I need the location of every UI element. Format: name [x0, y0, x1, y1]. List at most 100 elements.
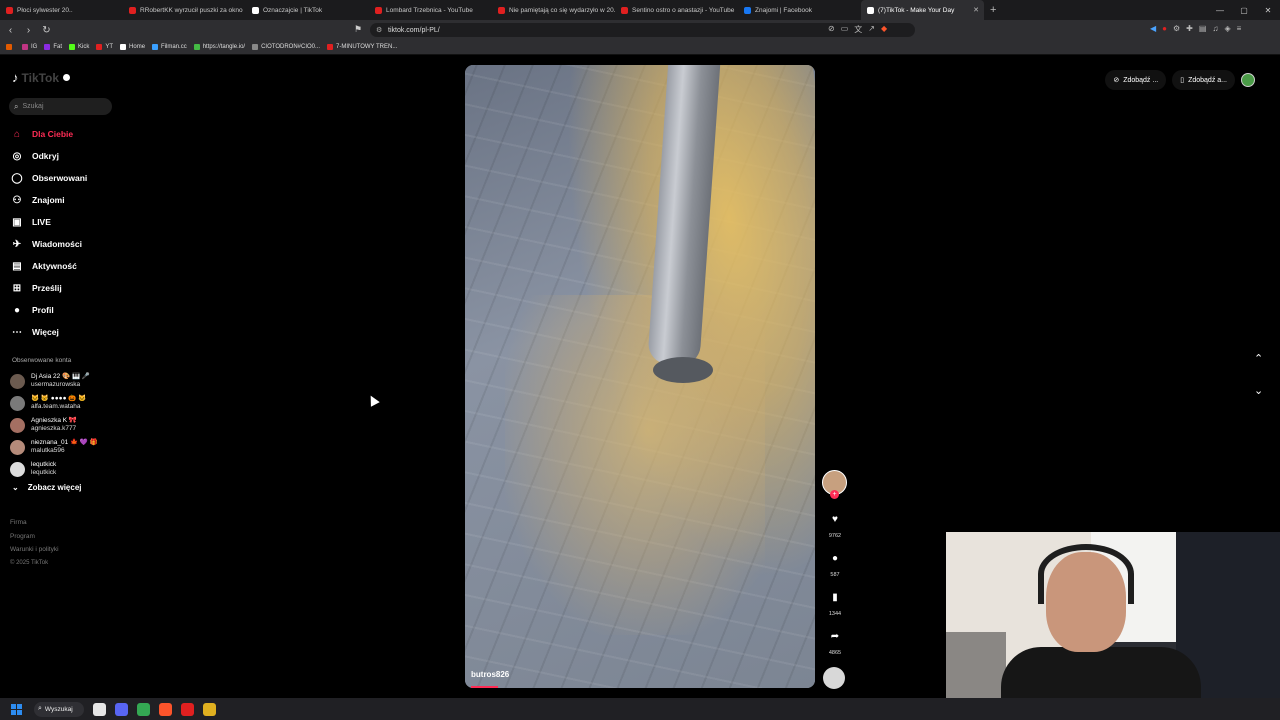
close-window-button[interactable]: ✕ — [1256, 6, 1280, 15]
bookmark-label: https://tangle.io/ — [202, 44, 246, 50]
vpn-icon[interactable]: ◈ — [1224, 24, 1230, 33]
bookmark-label: CIOTODRON#CIO0... — [261, 44, 320, 50]
share-count: 4865 — [828, 650, 842, 656]
bookmark-item[interactable]: Fat — [44, 44, 62, 50]
sound-disc-icon[interactable] — [823, 667, 845, 689]
account-avatar — [10, 395, 25, 411]
sidebar-item-profil[interactable]: ● Profil — [10, 299, 120, 321]
video-progress-bar[interactable] — [471, 686, 498, 688]
search-input[interactable]: ⌕ Szukaj — [9, 98, 112, 115]
close-tab-icon[interactable]: ✕ — [973, 6, 979, 14]
browser-tab[interactable]: Płoci sylwester 20.. — [0, 0, 123, 20]
footer-copyright: © 2025 TikTok — [10, 559, 49, 566]
get-app-button[interactable]: ▯ Zdobądź a... — [1172, 70, 1235, 90]
followed-account[interactable]: lequtkick lequtkick — [10, 458, 130, 480]
discord-icon[interactable] — [115, 702, 128, 716]
get-app-label: Zdobądź a... — [1188, 76, 1227, 84]
followed-account[interactable]: 🐱 🐱 ●●●● 🎃 🐱 alfa.team.wataha — [10, 392, 130, 414]
opera-icon[interactable] — [181, 702, 194, 716]
sidebar-item-label: Więcej — [32, 327, 59, 337]
forward-button[interactable]: › — [21, 25, 36, 36]
share-button[interactable]: ➦ 4865 — [821, 631, 849, 656]
bookmark-favicon-icon — [152, 44, 159, 50]
bookmark-page-icon[interactable]: ⚑ — [354, 24, 362, 35]
media-icon[interactable]: ♫ — [1212, 24, 1218, 33]
share-url-icon[interactable]: ↗ — [868, 24, 875, 35]
cast-icon[interactable]: ▭ — [841, 24, 849, 35]
browser-tab[interactable]: Nie pamiętają co się wydarzyło w 20.. — [492, 0, 615, 20]
follow-plus-icon[interactable]: + — [830, 490, 839, 499]
bookmark-button[interactable]: ▮ 1344 — [821, 592, 849, 617]
phone-icon: ▯ — [1180, 77, 1185, 84]
tabs-container: Płoci sylwester 20.. RRobertKK wyrzucił p… — [0, 0, 984, 20]
translate-icon[interactable]: 文 — [854, 24, 862, 35]
sidebar-item-wiadomości[interactable]: ✈ Wiadomości — [10, 233, 120, 255]
puzzle-icon[interactable]: ✚ — [1186, 24, 1193, 33]
bookmark-item[interactable]: https://tangle.io/ — [193, 44, 246, 50]
sidebar-icon[interactable]: ▤ — [1199, 24, 1207, 33]
audio-icon[interactable]: ◀ — [1150, 24, 1156, 33]
previous-video-chevron-up-icon[interactable]: ⌃ — [1254, 352, 1263, 365]
bookmark-item[interactable]: Home — [120, 44, 145, 50]
sidebar-item-odkryj[interactable]: ◎ Odkryj — [10, 145, 120, 167]
footer-link-program[interactable]: Program — [10, 530, 59, 544]
footer-link-terms[interactable]: Warunki i polityki — [10, 543, 59, 557]
video-player[interactable]: butros826 — [465, 65, 815, 688]
bookmark-item[interactable]: 7-MINUTOWY TREN... — [327, 44, 397, 50]
bookmark-label: Fat — [53, 44, 63, 50]
bookmark-item[interactable]: CIOTODRON#CIO0... — [252, 44, 320, 50]
browser-tab[interactable]: Oznaczajcie | TikTok — [246, 0, 369, 20]
extension-icon[interactable]: ⚙ — [1173, 24, 1180, 33]
bookmark-item[interactable]: YT — [96, 44, 113, 50]
profile-avatar[interactable] — [1241, 73, 1255, 87]
activity-icon: ▤ — [12, 260, 22, 272]
sidebar-item-prześlij[interactable]: ⊞ Prześlij — [10, 277, 120, 299]
back-button[interactable]: ‹ — [3, 25, 18, 36]
maximize-button[interactable]: ▢ — [1232, 6, 1256, 15]
chrome-icon[interactable] — [137, 702, 150, 716]
file-explorer-icon[interactable] — [93, 702, 106, 716]
next-video-chevron-down-icon[interactable]: ⌄ — [1254, 384, 1263, 397]
minimize-button[interactable]: — — [1208, 6, 1232, 15]
comment-button[interactable]: ● 587 — [821, 553, 849, 578]
account-names: nieznana_01 🍁 💜 🎁 malutka596 — [31, 439, 98, 455]
sidebar-item-live[interactable]: ▣ LIVE — [10, 211, 120, 233]
bookmark-item[interactable] — [6, 44, 15, 50]
tracking-icon[interactable]: ⊘ — [828, 24, 835, 35]
new-tab-button[interactable]: + — [990, 4, 996, 16]
sidebar-item-label: Prześlij — [32, 283, 62, 293]
sidebar-item-aktywność[interactable]: ▤ Aktywność — [10, 255, 120, 277]
account-names: Dj Asia 22 🎨 🎹 🎤 usermazurowska — [31, 373, 90, 389]
browser-tab-strip: Płoci sylwester 20.. RRobertKK wyrzucił p… — [0, 0, 1280, 20]
browser-tab[interactable]: Znajomi | Facebook — [738, 0, 861, 20]
record-icon[interactable]: ● — [1162, 24, 1167, 33]
get-coins-button[interactable]: ⊘ Zdobądź ... — [1105, 70, 1167, 90]
sidebar-item-znajomi[interactable]: ⚇ Znajomi — [10, 189, 120, 211]
followed-account[interactable]: nieznana_01 🍁 💜 🎁 malutka596 — [10, 436, 130, 458]
tiktok-logo[interactable]: ♪ TikTok — [12, 70, 71, 85]
app-icon[interactable] — [203, 702, 216, 716]
browser-tab[interactable]: Lombard Trzebnica - YouTube — [369, 0, 492, 20]
reload-button[interactable]: ↻ — [39, 25, 54, 36]
taskbar-search[interactable]: ⌕ Wyszukaj — [34, 701, 84, 717]
footer-link-company[interactable]: Firma — [10, 516, 59, 530]
menu-icon[interactable]: ≡ — [1237, 24, 1242, 33]
bookmark-item[interactable]: Filman.cc — [152, 44, 187, 50]
brave-shield-icon[interactable]: ◆ — [881, 24, 887, 35]
browser-tab[interactable]: RRobertKK wyrzucił puszki za okno — [123, 0, 246, 20]
site-info-icon[interactable]: ⚙ — [376, 26, 382, 34]
bookmark-item[interactable]: Kick — [69, 44, 89, 50]
brave-icon[interactable] — [159, 702, 172, 716]
sidebar-item-obserwowani[interactable]: ◯ Obserwowani — [10, 167, 120, 189]
sidebar-item-więcej[interactable]: ⋯ Więcej — [10, 321, 120, 343]
see-more-button[interactable]: ⌄ Zobacz więcej — [12, 483, 82, 492]
heart-button[interactable]: ♥ 9762 — [821, 514, 849, 539]
browser-tab[interactable]: Sentino ostro o anastazji - YouTube — [615, 0, 738, 20]
followed-account[interactable]: Dj Asia 22 🎨 🎹 🎤 usermazurowska — [10, 370, 130, 392]
windows-start-icon[interactable] — [11, 703, 22, 715]
video-author[interactable]: butros826 — [471, 670, 509, 679]
followed-account[interactable]: Agnieszka K 🎀 agnieszka.k777 — [10, 414, 130, 436]
sidebar-item-dla-ciebie[interactable]: ⌂ Dla Ciebie — [10, 123, 120, 145]
bookmark-item[interactable]: IG — [22, 44, 37, 50]
browser-tab[interactable]: (7)TikTok - Make Your Day ✕ — [861, 0, 984, 20]
